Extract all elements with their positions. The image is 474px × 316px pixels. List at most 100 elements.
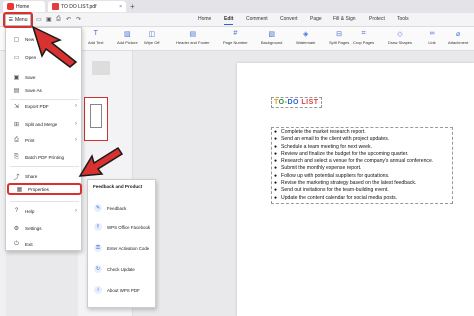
menu-item-open[interactable]: ▭ Open — [6, 51, 83, 63]
background-label: Background — [261, 40, 283, 45]
tab-home[interactable]: Home — [198, 16, 211, 22]
todo-item: Complete the market research report. — [274, 129, 450, 136]
chevron-right-icon: › — [75, 121, 77, 127]
background-icon: ▧ — [268, 30, 275, 38]
link-button[interactable]: ∞ Link — [427, 29, 437, 45]
hamburger-icon: ☰ — [8, 17, 13, 23]
submenu-item-feedback[interactable]: ✎ Feedback — [88, 201, 157, 215]
tab-comment[interactable]: Comment — [246, 16, 268, 22]
menu-item-label: Share — [25, 173, 38, 179]
paperclip-icon: ⌀ — [456, 30, 461, 38]
wps-logo-icon — [7, 3, 14, 10]
redo-icon[interactable]: ↷ — [76, 16, 81, 23]
todo-item: Schedule a team meeting for next week. — [274, 144, 450, 151]
crop-pages-button[interactable]: ⌗ Crop Pages — [353, 29, 375, 46]
menu-item-split-merge[interactable]: ⊞ Split and Merge › — [6, 118, 83, 130]
menu-button[interactable]: ☰ Menu — [5, 14, 31, 26]
attachment-label: Attachment — [448, 40, 469, 45]
tab-file-document[interactable]: TO DO LIST.pdf × — [48, 1, 126, 12]
menu-item-settings[interactable]: ⚙ Settings — [6, 222, 83, 234]
facebook-icon: f — [94, 223, 102, 231]
add-text-label: Add Text — [88, 40, 104, 45]
tab-protect[interactable]: Protect — [369, 16, 385, 22]
menu-item-label: Export PDF — [25, 103, 49, 109]
tab-home-window[interactable]: Home — [3, 1, 45, 12]
save-quick-icon[interactable]: ▣ — [46, 16, 52, 23]
split-pages-button[interactable]: ⊟ Split Pages — [329, 29, 349, 46]
new-tab-button[interactable]: + — [130, 2, 135, 11]
title-part: DO — [287, 99, 302, 106]
page-number-button[interactable]: # Page Number — [223, 29, 248, 45]
tab-fill-sign[interactable]: Fill & Sign — [333, 16, 356, 22]
menu-item-save[interactable]: ▣ Save — [6, 71, 83, 83]
menu-row: ☰ Menu ▭ ▣ ⎙ ↶ ↷ Home Edit Comment Conve… — [0, 13, 474, 27]
chevron-right-icon: › — [75, 208, 77, 214]
document-title[interactable]: TO-DO LIST — [271, 97, 322, 108]
thumbnail-toolbar — [92, 61, 110, 75]
menu-item-export-pdf[interactable]: ⇲ Export PDF › — [6, 100, 83, 112]
draw-shapes-label: Draw Shapes — [388, 40, 413, 45]
picture-icon: ▨ — [124, 30, 131, 38]
batch-print-icon: ⎘ — [14, 153, 19, 160]
menu-item-batch-print[interactable]: ⎘ Batch PDF Printing — [6, 151, 83, 163]
save-icon: ▣ — [13, 74, 20, 81]
page-number-label: Page Number — [223, 40, 248, 45]
draw-shapes-button[interactable]: ◇ Draw Shapes — [388, 29, 413, 46]
print-quick-icon[interactable]: ⎙ — [56, 16, 61, 23]
menu-item-label: Exit — [25, 241, 33, 247]
submenu-item-label: Feedback — [107, 205, 127, 211]
undo-icon[interactable]: ↶ — [66, 16, 71, 23]
properties-icon: ▦ — [16, 186, 23, 193]
shapes-icon: ◇ — [397, 30, 403, 38]
menu-item-label: Print — [25, 137, 35, 143]
submenu-item-facebook[interactable]: f WPS Office Facebook — [88, 220, 157, 234]
submenu-item-label: Check Update — [107, 266, 135, 272]
split-merge-icon: ⊞ — [13, 121, 20, 128]
thumbnail-content — [90, 104, 102, 128]
menu-item-label: Split and Merge — [25, 121, 58, 127]
wipe-off-button[interactable]: ◫ Wipe Off — [144, 29, 160, 46]
crop-icon: ⌗ — [361, 29, 366, 37]
close-tab-icon[interactable]: × — [119, 4, 122, 10]
pdf-icon — [52, 3, 59, 10]
menu-item-share[interactable]: ⤴ Share — [6, 170, 83, 182]
attachment-button[interactable]: ⌀ Attachment — [448, 29, 469, 46]
menu-divider — [10, 166, 79, 167]
tab-page[interactable]: Page — [310, 16, 322, 22]
background-button[interactable]: ▧ Background — [261, 29, 283, 46]
menu-item-help[interactable]: ? Help › — [6, 205, 83, 217]
menu-item-properties[interactable]: ▦ Properties — [7, 183, 82, 195]
todo-item: Research and select a venue for the comp… — [274, 158, 450, 165]
todo-item: Revise the marketing strategy based on t… — [274, 180, 450, 187]
menu-item-label: New — [25, 36, 35, 42]
tab-edit[interactable]: Edit — [224, 16, 234, 25]
submenu-item-activation[interactable]: ⚿ Enter Activation Code — [88, 241, 157, 255]
menu-item-exit[interactable]: ⏻ Exit — [6, 238, 83, 250]
page-thumbnail[interactable] — [84, 97, 108, 141]
menu-item-label: Save — [25, 74, 36, 80]
export-icon: ⇲ — [13, 103, 20, 110]
help-icon: ? — [14, 208, 19, 214]
submenu-item-check-update[interactable]: ↻ Check Update — [88, 262, 157, 276]
add-picture-button[interactable]: ▨ Add Picture — [117, 29, 138, 46]
menu-item-save-as[interactable]: ▤ Save As — [6, 84, 83, 96]
tab-convert[interactable]: Convert — [280, 16, 298, 22]
menu-item-label: Save As — [25, 87, 42, 93]
watermark-button[interactable]: ◈ Watermark — [296, 29, 315, 46]
menu-item-print[interactable]: ⎙ Print › — [6, 134, 83, 146]
todo-item: Follow up with potential suppliers for q… — [274, 173, 450, 180]
menu-item-new[interactable]: ▢ New — [6, 33, 83, 45]
tab-tools[interactable]: Tools — [397, 16, 409, 22]
submenu-item-about[interactable]: i About WPS PDF — [88, 283, 157, 297]
add-text-button[interactable]: T Add Text — [88, 29, 104, 45]
submenu-item-label: WPS Office Facebook — [107, 224, 151, 230]
header-footer-label: Header and Footer — [176, 40, 210, 45]
todo-list[interactable]: Complete the market research report. Sen… — [271, 127, 453, 204]
header-footer-button[interactable]: ▤ Header and Footer — [176, 29, 210, 46]
todo-item: Submit the monthly expense report. — [274, 165, 450, 172]
todo-item: Update the content calendar for social m… — [274, 195, 450, 202]
title-bar: Home TO DO LIST.pdf × + — [0, 0, 474, 13]
crop-pages-label: Crop Pages — [353, 40, 375, 45]
todo-item: Send an email to the client with project… — [274, 136, 450, 143]
open-quick-icon[interactable]: ▭ — [36, 16, 42, 23]
